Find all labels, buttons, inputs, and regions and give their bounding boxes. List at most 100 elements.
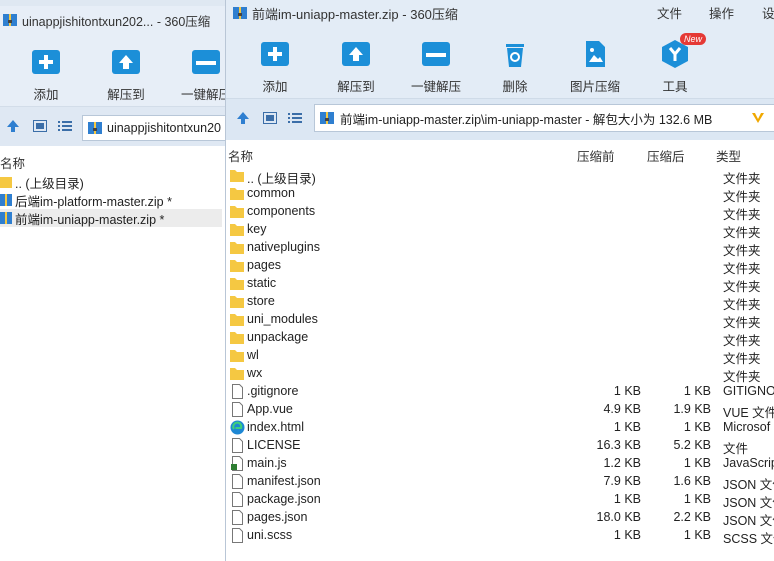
table-row[interactable]: .. (上级目录) 文件夹 [226, 167, 774, 186]
file-name: wl [247, 348, 259, 362]
file-icon [232, 492, 243, 507]
zip-archive-icon [0, 194, 12, 206]
zip-archive-icon [88, 122, 102, 134]
table-row[interactable]: pages.json18.0 KB2.2 KBJSON 文件 [226, 509, 774, 528]
table-row[interactable]: static 文件夹 [226, 275, 774, 294]
back-path-text: uinappjishitontxun20 [107, 121, 221, 135]
folder-icon [230, 242, 244, 254]
file-name: wx [247, 366, 263, 380]
back-extract-to-button[interactable]: 解压到 [91, 40, 161, 102]
add-button[interactable]: 添加 [240, 32, 310, 94]
file-icon [232, 474, 243, 489]
file-list: .. (上级目录) 文件夹 common 文件夹 components 文件夹 key 文件夹… [226, 167, 774, 546]
zip-archive-icon [233, 7, 247, 19]
path-input[interactable]: 前端im-uniapp-master.zip\im-uniapp-master … [314, 104, 774, 132]
one-click-extract-button[interactable]: 一键解压 [401, 32, 471, 94]
up-arrow-icon[interactable] [6, 119, 20, 133]
table-row[interactable]: package.json1 KB1 KBJSON 文件 [226, 491, 774, 510]
file-name: components [247, 204, 316, 218]
column-before-header[interactable]: 压缩前 [577, 146, 615, 165]
thumbnail-view-icon[interactable] [263, 112, 277, 124]
menu-operation[interactable]: 操作 [709, 3, 734, 22]
back-window-titlebar[interactable]: uinappjishitontxun202... - 360压缩 [0, 6, 230, 34]
archive-window: 前端im-uniapp-master.zip - 360压缩 文件 操作 设 添… [225, 0, 774, 561]
table-row[interactable]: uni_modules 文件夹 [226, 311, 774, 330]
table-row[interactable]: store 文件夹 [226, 293, 774, 312]
table-row[interactable]: uni.scss 1 KB 1 KB SCSS 文件 [226, 527, 774, 546]
window-titlebar[interactable]: 前端im-uniapp-master.zip - 360压缩 文件 操作 设 [226, 0, 774, 26]
up-arrow-icon[interactable] [236, 111, 250, 125]
column-type-header[interactable]: 类型 [716, 146, 741, 165]
column-name-header[interactable]: 名称 [0, 153, 25, 172]
dropdown-chevron-icon[interactable] [751, 111, 765, 125]
menu-settings[interactable]: 设 [762, 3, 774, 22]
table-row[interactable]: wl 文件夹 [226, 347, 774, 366]
file-name: unpackage [247, 330, 309, 344]
file-name: key [247, 222, 267, 236]
list-view-icon[interactable] [288, 112, 302, 124]
column-name-header[interactable]: 名称 [228, 146, 253, 165]
folder-icon [230, 314, 244, 326]
list-item[interactable]: .. (上级目录) [0, 173, 222, 191]
size-after: 1.6 KB [673, 474, 711, 488]
folder-icon [230, 260, 244, 272]
extract-to-button[interactable]: 解压到 [321, 32, 391, 94]
table-row[interactable]: .gitignore 1 KB 1 KB GITIGNO [226, 383, 774, 401]
extract-to-icon [112, 50, 140, 74]
back-address-bar: uinappjishitontxun20 [0, 106, 230, 146]
file-type: Microsof [723, 420, 771, 434]
background-archive-window: uinappjishitontxun202... - 360压缩 添加 解压到 … [0, 0, 231, 561]
back-toolbar: 添加 解压到 一键解压 [0, 34, 231, 106]
column-after-header[interactable]: 压缩后 [647, 146, 685, 165]
add-icon [32, 50, 60, 74]
file-name: package.json [247, 492, 321, 506]
size-before: 4.9 KB [603, 402, 641, 416]
table-row[interactable]: unpackage 文件夹 [226, 329, 774, 348]
list-header: 名称 压缩前 压缩后 类型 [226, 143, 774, 165]
size-before: 1 KB [613, 492, 641, 506]
tools-button[interactable]: 工具 New [640, 32, 710, 94]
size-after: 1.9 KB [673, 402, 711, 416]
table-row[interactable]: App.vue 4.9 KB 1.9 KB VUE 文件 [226, 401, 774, 420]
size-before: 1.2 KB [603, 456, 641, 470]
table-row[interactable]: LICENSE 16.3 KB 5.2 KB 文件 [226, 437, 774, 456]
delete-icon [506, 44, 524, 67]
back-path-input[interactable]: uinappjishitontxun20 [82, 115, 230, 141]
table-row[interactable]: index.html 1 KB 1 KB Microsof [226, 419, 774, 437]
file-icon [232, 438, 243, 453]
folder-icon [230, 188, 244, 200]
table-row[interactable]: key 文件夹 [226, 221, 774, 240]
folder-icon [230, 350, 244, 362]
file-icon [232, 402, 243, 417]
thumbnail-view-icon[interactable] [33, 120, 47, 132]
size-after: 1 KB [683, 528, 711, 542]
table-row[interactable]: manifest.json7.9 KB1.6 KBJSON 文件 [226, 473, 774, 492]
size-before: 16.3 KB [596, 438, 641, 452]
table-row[interactable]: wx 文件夹 [226, 365, 774, 384]
window-title: 前端im-uniapp-master.zip - 360压缩 [252, 6, 458, 22]
file-icon [232, 384, 243, 399]
file-type: GITIGNO [723, 384, 774, 398]
image-compress-button[interactable]: 图片压缩 [560, 32, 630, 94]
table-row[interactable]: nativeplugins 文件夹 [226, 239, 774, 258]
table-row[interactable]: main.js 1.2 KB 1 KB JavaScrip [226, 455, 774, 473]
delete-button[interactable]: 删除 [480, 32, 550, 94]
list-item[interactable]: 前端im-uniapp-master.zip * [0, 209, 222, 227]
folder-icon [230, 278, 244, 290]
table-row[interactable]: components 文件夹 [226, 203, 774, 222]
list-view-icon[interactable] [58, 120, 72, 132]
file-name: store [247, 294, 275, 308]
menu-file[interactable]: 文件 [657, 3, 682, 22]
zip-archive-icon [0, 212, 12, 224]
table-row[interactable]: pages 文件夹 [226, 257, 774, 276]
zip-archive-icon [3, 14, 17, 26]
image-compress-icon [586, 41, 605, 67]
file-name: pages.json [247, 510, 308, 524]
file-name: index.html [247, 420, 304, 434]
table-row[interactable]: common 文件夹 [226, 185, 774, 204]
address-bar: 前端im-uniapp-master.zip\im-uniapp-master … [226, 98, 774, 140]
file-name: App.vue [247, 402, 293, 416]
list-item[interactable]: 后端im-platform-master.zip * [0, 191, 222, 209]
back-add-button[interactable]: 添加 [11, 40, 81, 102]
add-icon [261, 42, 289, 66]
